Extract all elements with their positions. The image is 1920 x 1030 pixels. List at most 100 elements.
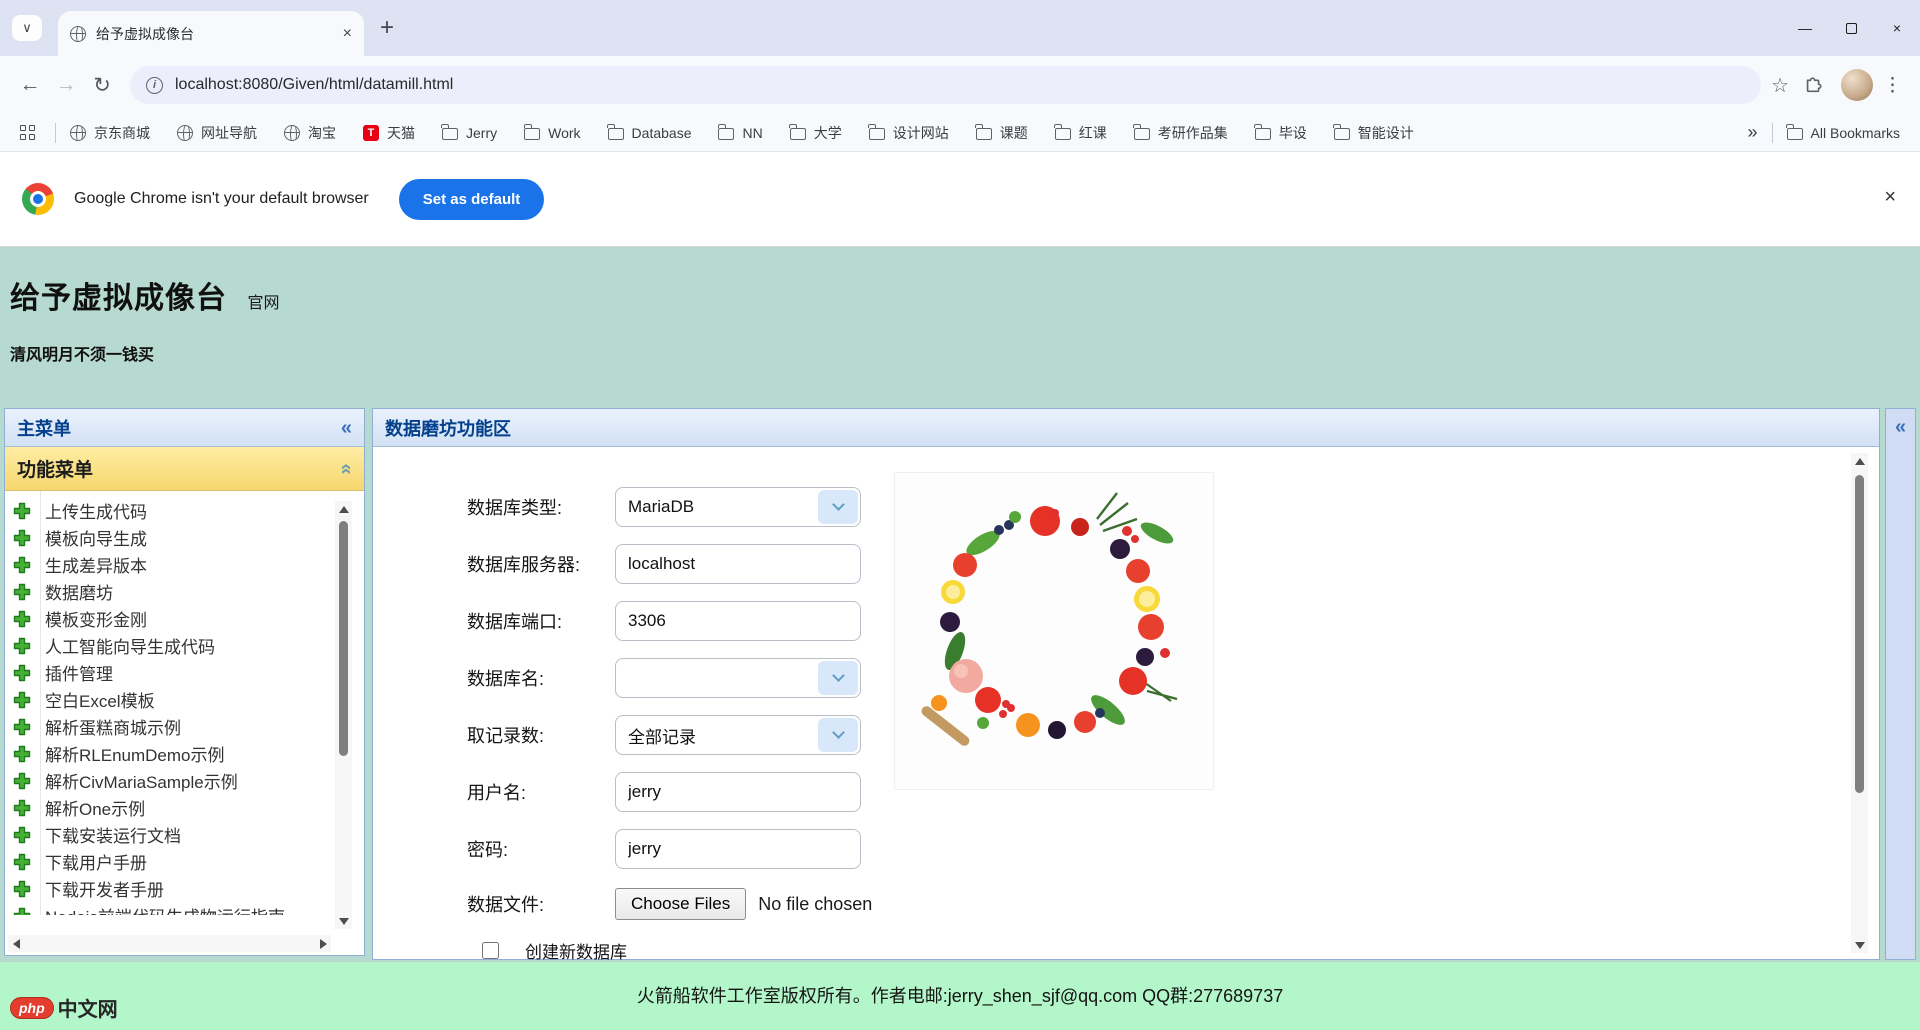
east-collapsed-panel[interactable]: «: [1885, 408, 1916, 960]
notification-close-icon[interactable]: ×: [1884, 186, 1896, 209]
copyright-text: 火箭船软件工作室版权所有。作者电邮:jerry_shen_sjf@qq.com …: [0, 962, 1920, 1008]
back-button[interactable]: ←: [12, 67, 48, 103]
password-input[interactable]: [615, 829, 861, 869]
db-port-input[interactable]: [615, 601, 861, 641]
url-bar[interactable]: i localhost:8080/Given/html/datamill.htm…: [130, 66, 1761, 104]
create-db-row: 创建新数据库: [482, 936, 1879, 964]
scroll-up-icon[interactable]: [335, 501, 352, 517]
file-chosen-status: No file chosen: [758, 894, 872, 915]
scrollbar-thumb[interactable]: [1855, 475, 1864, 793]
scroll-up-icon[interactable]: [1851, 453, 1868, 469]
scroll-down-icon[interactable]: [1851, 937, 1868, 953]
plus-icon: [13, 610, 31, 628]
db-type-select[interactable]: MariaDB: [615, 487, 861, 527]
plus-icon: [13, 502, 31, 520]
bookmark-nav[interactable]: 网址导航: [177, 123, 257, 143]
bookmark-folder-bishe[interactable]: 毕设: [1255, 123, 1307, 143]
profile-avatar[interactable]: [1841, 69, 1873, 101]
create-db-checkbox[interactable]: [482, 942, 499, 959]
folder-icon: [524, 128, 540, 140]
sidebar-item-parse-rlenumdemo[interactable]: 解析RLEnumDemo示例: [5, 740, 364, 767]
php-cn-watermark[interactable]: php 中文网: [10, 993, 118, 1022]
bookmark-folder-work[interactable]: Work: [524, 125, 580, 141]
bookmark-folder-hongke[interactable]: 红课: [1055, 123, 1107, 143]
tab-close-button[interactable]: ×: [343, 25, 352, 43]
window-close-button[interactable]: ×: [1874, 0, 1920, 56]
main-vertical-scrollbar[interactable]: [1851, 453, 1868, 953]
sidebar-item-data-mill[interactable]: 数据磨坊: [5, 578, 364, 605]
tab-title: 给予虚拟成像台: [96, 24, 333, 44]
sidebar-item-parse-cake-mall[interactable]: 解析蛋糕商城示例: [5, 713, 364, 740]
browser-menu-icon[interactable]: ⋮: [1883, 74, 1902, 97]
sidebar-item-blank-excel[interactable]: 空白Excel模板: [5, 686, 364, 713]
bookmark-star-icon[interactable]: ☆: [1771, 73, 1789, 98]
page-title: 给予虚拟成像台: [10, 282, 227, 315]
db-port-label: 数据库端口:: [467, 608, 615, 634]
username-input[interactable]: [615, 772, 861, 812]
forward-button[interactable]: →: [48, 67, 84, 103]
expand-left-icon[interactable]: «: [1886, 417, 1915, 437]
collapse-left-icon[interactable]: «: [341, 418, 352, 438]
sidebar-item-upload-generate[interactable]: 上传生成代码: [5, 497, 364, 524]
create-db-label: 创建新数据库: [525, 938, 627, 963]
choose-files-button[interactable]: Choose Files: [615, 888, 746, 920]
chrome-logo-icon: [22, 183, 54, 215]
apps-grid-icon[interactable]: [20, 125, 35, 140]
chevron-down-icon: [818, 718, 858, 752]
bookmark-folder-database[interactable]: Database: [608, 125, 692, 141]
bookmark-folder-design[interactable]: 设计网站: [869, 123, 949, 143]
sidebar-item-download-dev-manual[interactable]: 下载开发者手册: [5, 875, 364, 902]
window-maximize-button[interactable]: [1828, 0, 1874, 56]
bookmark-folder-portfolio[interactable]: 考研作品集: [1134, 123, 1228, 143]
collapse-up-icon[interactable]: «: [336, 463, 356, 474]
db-name-select[interactable]: [615, 658, 861, 698]
sidebar-item-template-wizard[interactable]: 模板向导生成: [5, 524, 364, 551]
plus-icon: [13, 637, 31, 655]
plus-icon: [13, 583, 31, 601]
scroll-right-icon[interactable]: [315, 935, 331, 952]
bookmark-folder-jerry[interactable]: Jerry: [442, 125, 497, 141]
main-panel-body: 数据库类型: MariaDB 数据库服务器: 数据库端口: 数据库名:: [373, 447, 1879, 959]
window-minimize-button[interactable]: —: [1782, 0, 1828, 56]
folder-icon: [1255, 128, 1271, 140]
set-as-default-button[interactable]: Set as default: [399, 179, 545, 220]
bookmarks-overflow-icon[interactable]: »: [1748, 122, 1758, 143]
sidebar-vertical-scrollbar[interactable]: [335, 501, 352, 929]
sidebar-horizontal-scrollbar[interactable]: [8, 935, 331, 952]
bookmark-folder-smart-design[interactable]: 智能设计: [1334, 123, 1414, 143]
tab-search-button[interactable]: ∨: [12, 15, 42, 41]
bookmark-folder-topic[interactable]: 课题: [976, 123, 1028, 143]
browser-tab[interactable]: 给予虚拟成像台 ×: [58, 11, 364, 56]
sidebar-item-template-transformer[interactable]: 模板变形金刚: [5, 605, 364, 632]
scroll-down-icon[interactable]: [335, 913, 352, 929]
new-tab-button[interactable]: +: [380, 14, 394, 42]
bookmark-taobao[interactable]: 淘宝: [284, 123, 336, 143]
reload-button[interactable]: ↻: [84, 67, 120, 103]
bookmark-folder-nn[interactable]: NN: [718, 125, 762, 141]
bookmark-jd[interactable]: 京东商城: [70, 123, 150, 143]
bookmark-tmall[interactable]: T天猫: [363, 123, 415, 143]
scrollbar-thumb[interactable]: [339, 521, 348, 756]
official-site-link[interactable]: 官网: [247, 295, 279, 312]
sidebar-item-parse-one[interactable]: 解析One示例: [5, 794, 364, 821]
site-info-icon[interactable]: i: [146, 77, 163, 94]
sidebar-item-ai-wizard[interactable]: 人工智能向导生成代码: [5, 632, 364, 659]
sidebar-item-nodejs-guide[interactable]: Nodejs前端代码生成物运行指南: [5, 902, 364, 915]
accordion-header-function-menu[interactable]: 功能菜单 «: [5, 447, 364, 491]
all-bookmarks-button[interactable]: All Bookmarks: [1787, 125, 1900, 141]
data-file-label: 数据文件:: [467, 891, 615, 917]
sidebar-item-plugin-manage[interactable]: 插件管理: [5, 659, 364, 686]
sidebar-item-diff-version[interactable]: 生成差异版本: [5, 551, 364, 578]
db-server-input[interactable]: [615, 544, 861, 584]
sidebar-item-download-install-doc[interactable]: 下载安装运行文档: [5, 821, 364, 848]
bookmark-folder-university[interactable]: 大学: [790, 123, 842, 143]
browser-toolbar: ← → ↻ i localhost:8080/Given/html/datami…: [0, 56, 1920, 114]
password-label: 密码:: [467, 836, 615, 862]
extensions-puzzle-icon[interactable]: [1797, 68, 1831, 102]
record-count-select[interactable]: 全部记录: [615, 715, 861, 755]
sidebar-item-parse-civmariasample[interactable]: 解析CivMariaSample示例: [5, 767, 364, 794]
folder-icon: [1055, 128, 1071, 140]
scroll-left-icon[interactable]: [8, 935, 24, 952]
plus-icon: [13, 907, 31, 916]
sidebar-item-download-user-manual[interactable]: 下载用户手册: [5, 848, 364, 875]
